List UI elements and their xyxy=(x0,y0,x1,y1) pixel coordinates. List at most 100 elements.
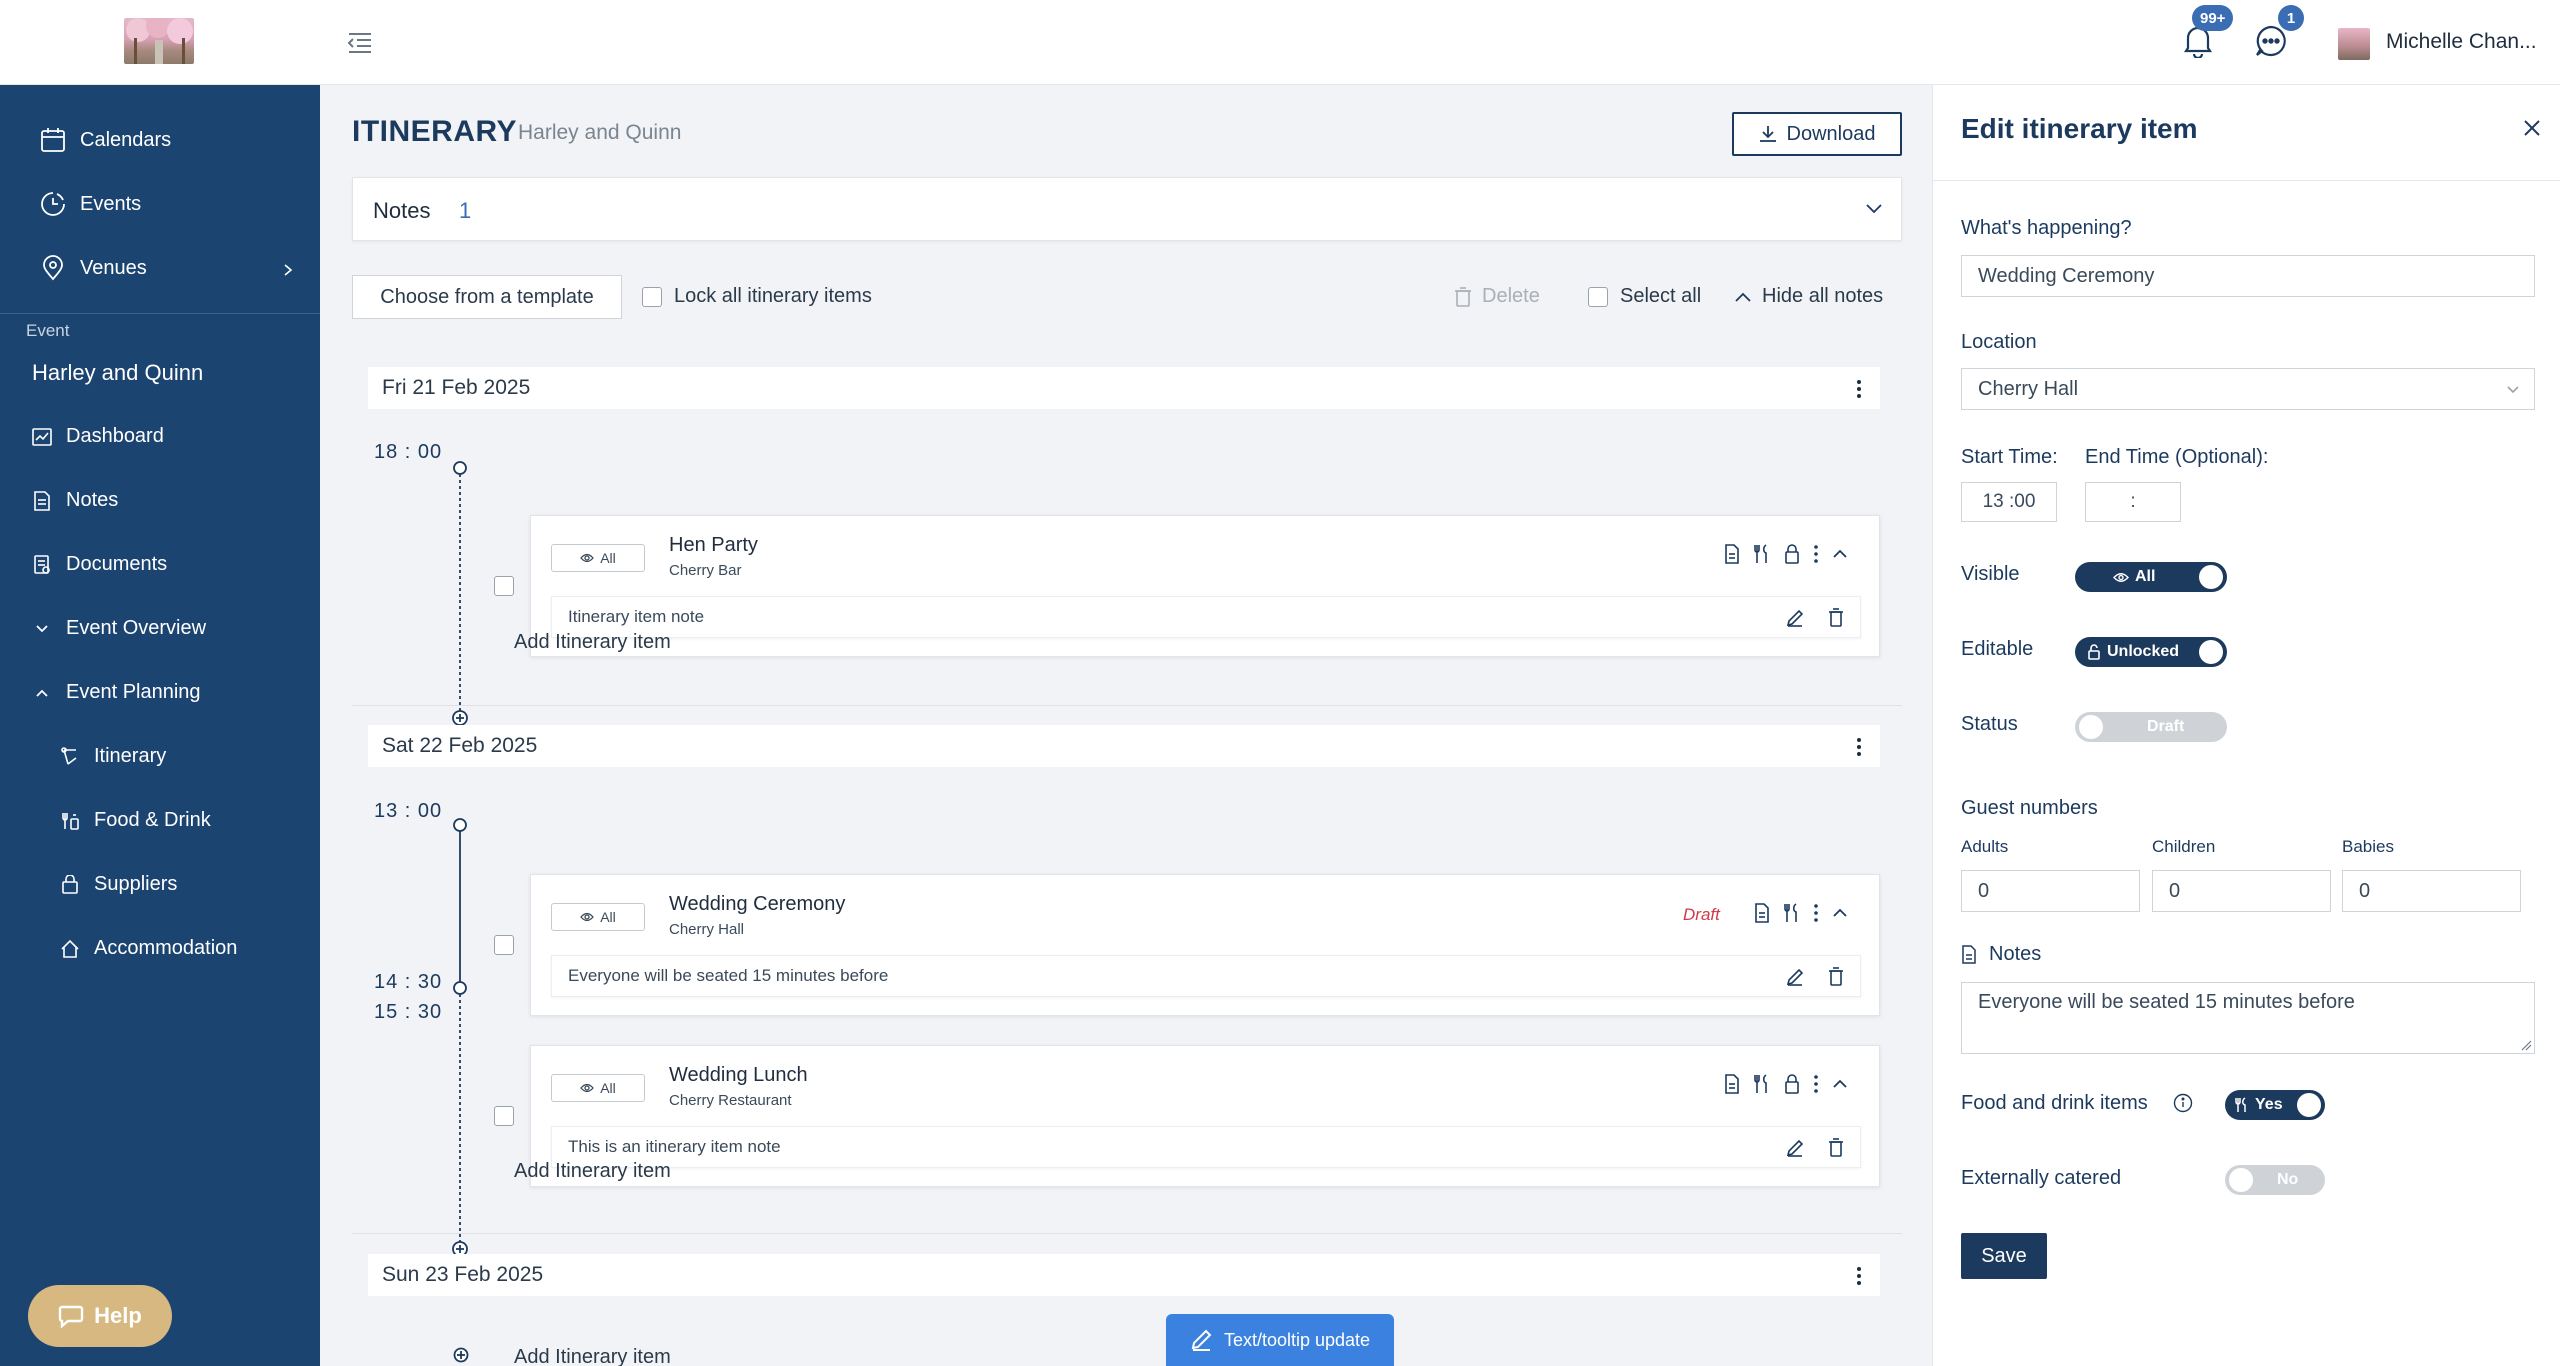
itinerary-item-card[interactable]: All Wedding Ceremony Cherry Hall Draft E… xyxy=(530,874,1880,1016)
avatar[interactable] xyxy=(2338,28,2370,60)
sidebar-item-documents[interactable]: Documents xyxy=(32,553,167,576)
notes-count: 1 xyxy=(459,198,472,223)
venues-expand-chevron-icon[interactable] xyxy=(282,263,294,277)
notes-accordion[interactable]: Notes 1 xyxy=(352,177,1902,241)
food-drink-icon[interactable] xyxy=(1753,544,1771,564)
sidebar-divider xyxy=(0,313,320,314)
item-select-checkbox[interactable] xyxy=(494,576,514,596)
notes-accordion-label: Notes xyxy=(373,198,431,223)
chat-bubble-icon xyxy=(58,1305,84,1328)
events-icon xyxy=(41,192,65,216)
lock-all-checkbox[interactable] xyxy=(642,287,662,307)
trash-icon[interactable] xyxy=(1828,608,1844,627)
venue-logo[interactable] xyxy=(124,18,194,64)
adults-input[interactable]: 0 xyxy=(1961,870,2140,912)
item-note-text: Everyone will be seated 15 minutes befor… xyxy=(568,966,889,985)
item-select-checkbox[interactable] xyxy=(494,935,514,955)
add-itinerary-item-link[interactable]: Add Itinerary item xyxy=(514,631,671,654)
itinerary-item-card[interactable]: All Wedding Lunch Cherry Restaurant This… xyxy=(530,1045,1880,1187)
menu-collapse-icon[interactable] xyxy=(346,28,374,56)
sidebar-item-itinerary[interactable]: Itinerary xyxy=(60,745,166,768)
help-button[interactable]: Help xyxy=(28,1285,172,1347)
visible-toggle[interactable]: All xyxy=(2075,562,2227,592)
edit-itinerary-panel: Edit itinerary item What's happening? We… xyxy=(1932,85,2560,1366)
add-itinerary-item-link[interactable]: Add Itinerary item xyxy=(514,1160,671,1183)
editable-toggle[interactable]: Unlocked xyxy=(2075,637,2227,667)
sidebar-item-food-drink[interactable]: Food & Drink xyxy=(60,809,211,832)
sidebar-item-event-planning[interactable]: Event Planning xyxy=(32,681,201,704)
sidebar-item-notes[interactable]: Notes xyxy=(32,489,118,512)
babies-input[interactable]: 0 xyxy=(2342,870,2521,912)
day-header: Sun 23 Feb 2025 xyxy=(368,1254,1880,1296)
hide-all-notes-button[interactable]: Hide all notes xyxy=(1734,285,1883,308)
kebab-menu-icon[interactable] xyxy=(1813,1074,1819,1094)
visibility-pill[interactable]: All xyxy=(551,903,645,931)
kebab-menu-icon[interactable] xyxy=(1856,1266,1862,1286)
page-title: ITINERARY xyxy=(352,115,518,148)
text-tooltip-update-banner[interactable]: Text/tooltip update xyxy=(1166,1314,1394,1366)
document-icon[interactable] xyxy=(1723,544,1741,564)
visibility-pill[interactable]: All xyxy=(551,1074,645,1102)
whats-happening-input[interactable]: Wedding Ceremony xyxy=(1961,255,2535,297)
end-time-input[interactable]: : xyxy=(2085,482,2181,522)
item-actions xyxy=(1723,544,1849,564)
add-circle-icon[interactable] xyxy=(453,1347,469,1363)
editable-value: Unlocked xyxy=(2107,643,2180,660)
chevron-up-icon[interactable] xyxy=(1831,544,1849,564)
toggle-knob xyxy=(2199,565,2223,589)
close-icon[interactable] xyxy=(2523,119,2541,137)
info-icon[interactable] xyxy=(2173,1093,2193,1113)
food-drink-icon[interactable] xyxy=(1783,903,1801,923)
kebab-menu-icon[interactable] xyxy=(1856,379,1862,399)
kebab-menu-icon[interactable] xyxy=(1813,903,1819,923)
event-section-label: Event xyxy=(26,321,70,340)
chevron-up-icon[interactable] xyxy=(1831,1074,1849,1094)
start-time-input[interactable]: 13 :00 xyxy=(1961,482,2057,522)
chevron-up-icon[interactable] xyxy=(1831,903,1849,923)
notes-textarea[interactable]: Everyone will be seated 15 minutes befor… xyxy=(1961,982,2535,1054)
panel-divider xyxy=(1933,180,2560,181)
edit-pencil-icon[interactable] xyxy=(1786,1139,1804,1157)
messages-icon[interactable] xyxy=(2254,24,2288,58)
itinerary-item-card[interactable]: All Hen Party Cherry Bar Itinerary item … xyxy=(530,515,1880,657)
select-all-checkbox[interactable] xyxy=(1588,287,1608,307)
item-select-checkbox[interactable] xyxy=(494,1106,514,1126)
download-button[interactable]: Download xyxy=(1732,112,1902,156)
lock-icon[interactable] xyxy=(1783,544,1801,564)
item-note-text: This is an itinerary item note xyxy=(568,1137,781,1156)
visible-label: Visible xyxy=(1961,563,2020,585)
choose-template-button[interactable]: Choose from a template xyxy=(352,275,622,319)
sidebar-item-suppliers[interactable]: Suppliers xyxy=(60,873,177,896)
sidebar-item-event-overview[interactable]: Event Overview xyxy=(32,617,206,640)
kebab-menu-icon[interactable] xyxy=(1813,544,1819,564)
food-drink-toggle[interactable]: Yes xyxy=(2225,1090,2325,1120)
sidebar-item-calendars[interactable]: Calendars xyxy=(40,127,171,153)
trash-icon[interactable] xyxy=(1828,1138,1844,1157)
trash-icon[interactable] xyxy=(1828,967,1844,986)
status-toggle[interactable]: Draft xyxy=(2075,712,2227,742)
sidebar-item-venues[interactable]: Venues xyxy=(40,255,147,281)
save-button[interactable]: Save xyxy=(1961,1233,2047,1279)
edit-pencil-icon[interactable] xyxy=(1786,609,1804,627)
food-drink-icon[interactable] xyxy=(1753,1074,1771,1094)
delete-button[interactable]: Delete xyxy=(1454,285,1540,308)
lock-icon[interactable] xyxy=(1783,1074,1801,1094)
document-icon[interactable] xyxy=(1753,903,1771,923)
visibility-pill[interactable]: All xyxy=(551,544,645,572)
resize-handle-icon[interactable] xyxy=(2520,1039,2532,1051)
document-icon[interactable] xyxy=(1723,1074,1741,1094)
edit-pencil-icon[interactable] xyxy=(1786,968,1804,986)
sidebar-item-dashboard[interactable]: Dashboard xyxy=(32,425,164,448)
children-input[interactable]: 0 xyxy=(2152,870,2331,912)
externally-catered-toggle[interactable]: No xyxy=(2225,1165,2325,1195)
sidebar-item-events[interactable]: Events xyxy=(40,191,141,217)
kebab-menu-icon[interactable] xyxy=(1856,737,1862,757)
add-itinerary-item-link[interactable]: Add Itinerary item xyxy=(514,1346,671,1366)
sidebar-item-label: Calendars xyxy=(80,128,172,151)
chevron-up-icon xyxy=(36,689,48,697)
food-drink-value: Yes xyxy=(2255,1096,2283,1113)
user-name[interactable]: Michelle Chan... xyxy=(2386,30,2537,54)
toggle-knob xyxy=(2229,1168,2253,1192)
sidebar-item-accommodation[interactable]: Accommodation xyxy=(60,937,237,960)
location-select[interactable]: Cherry Hall xyxy=(1961,368,2535,410)
